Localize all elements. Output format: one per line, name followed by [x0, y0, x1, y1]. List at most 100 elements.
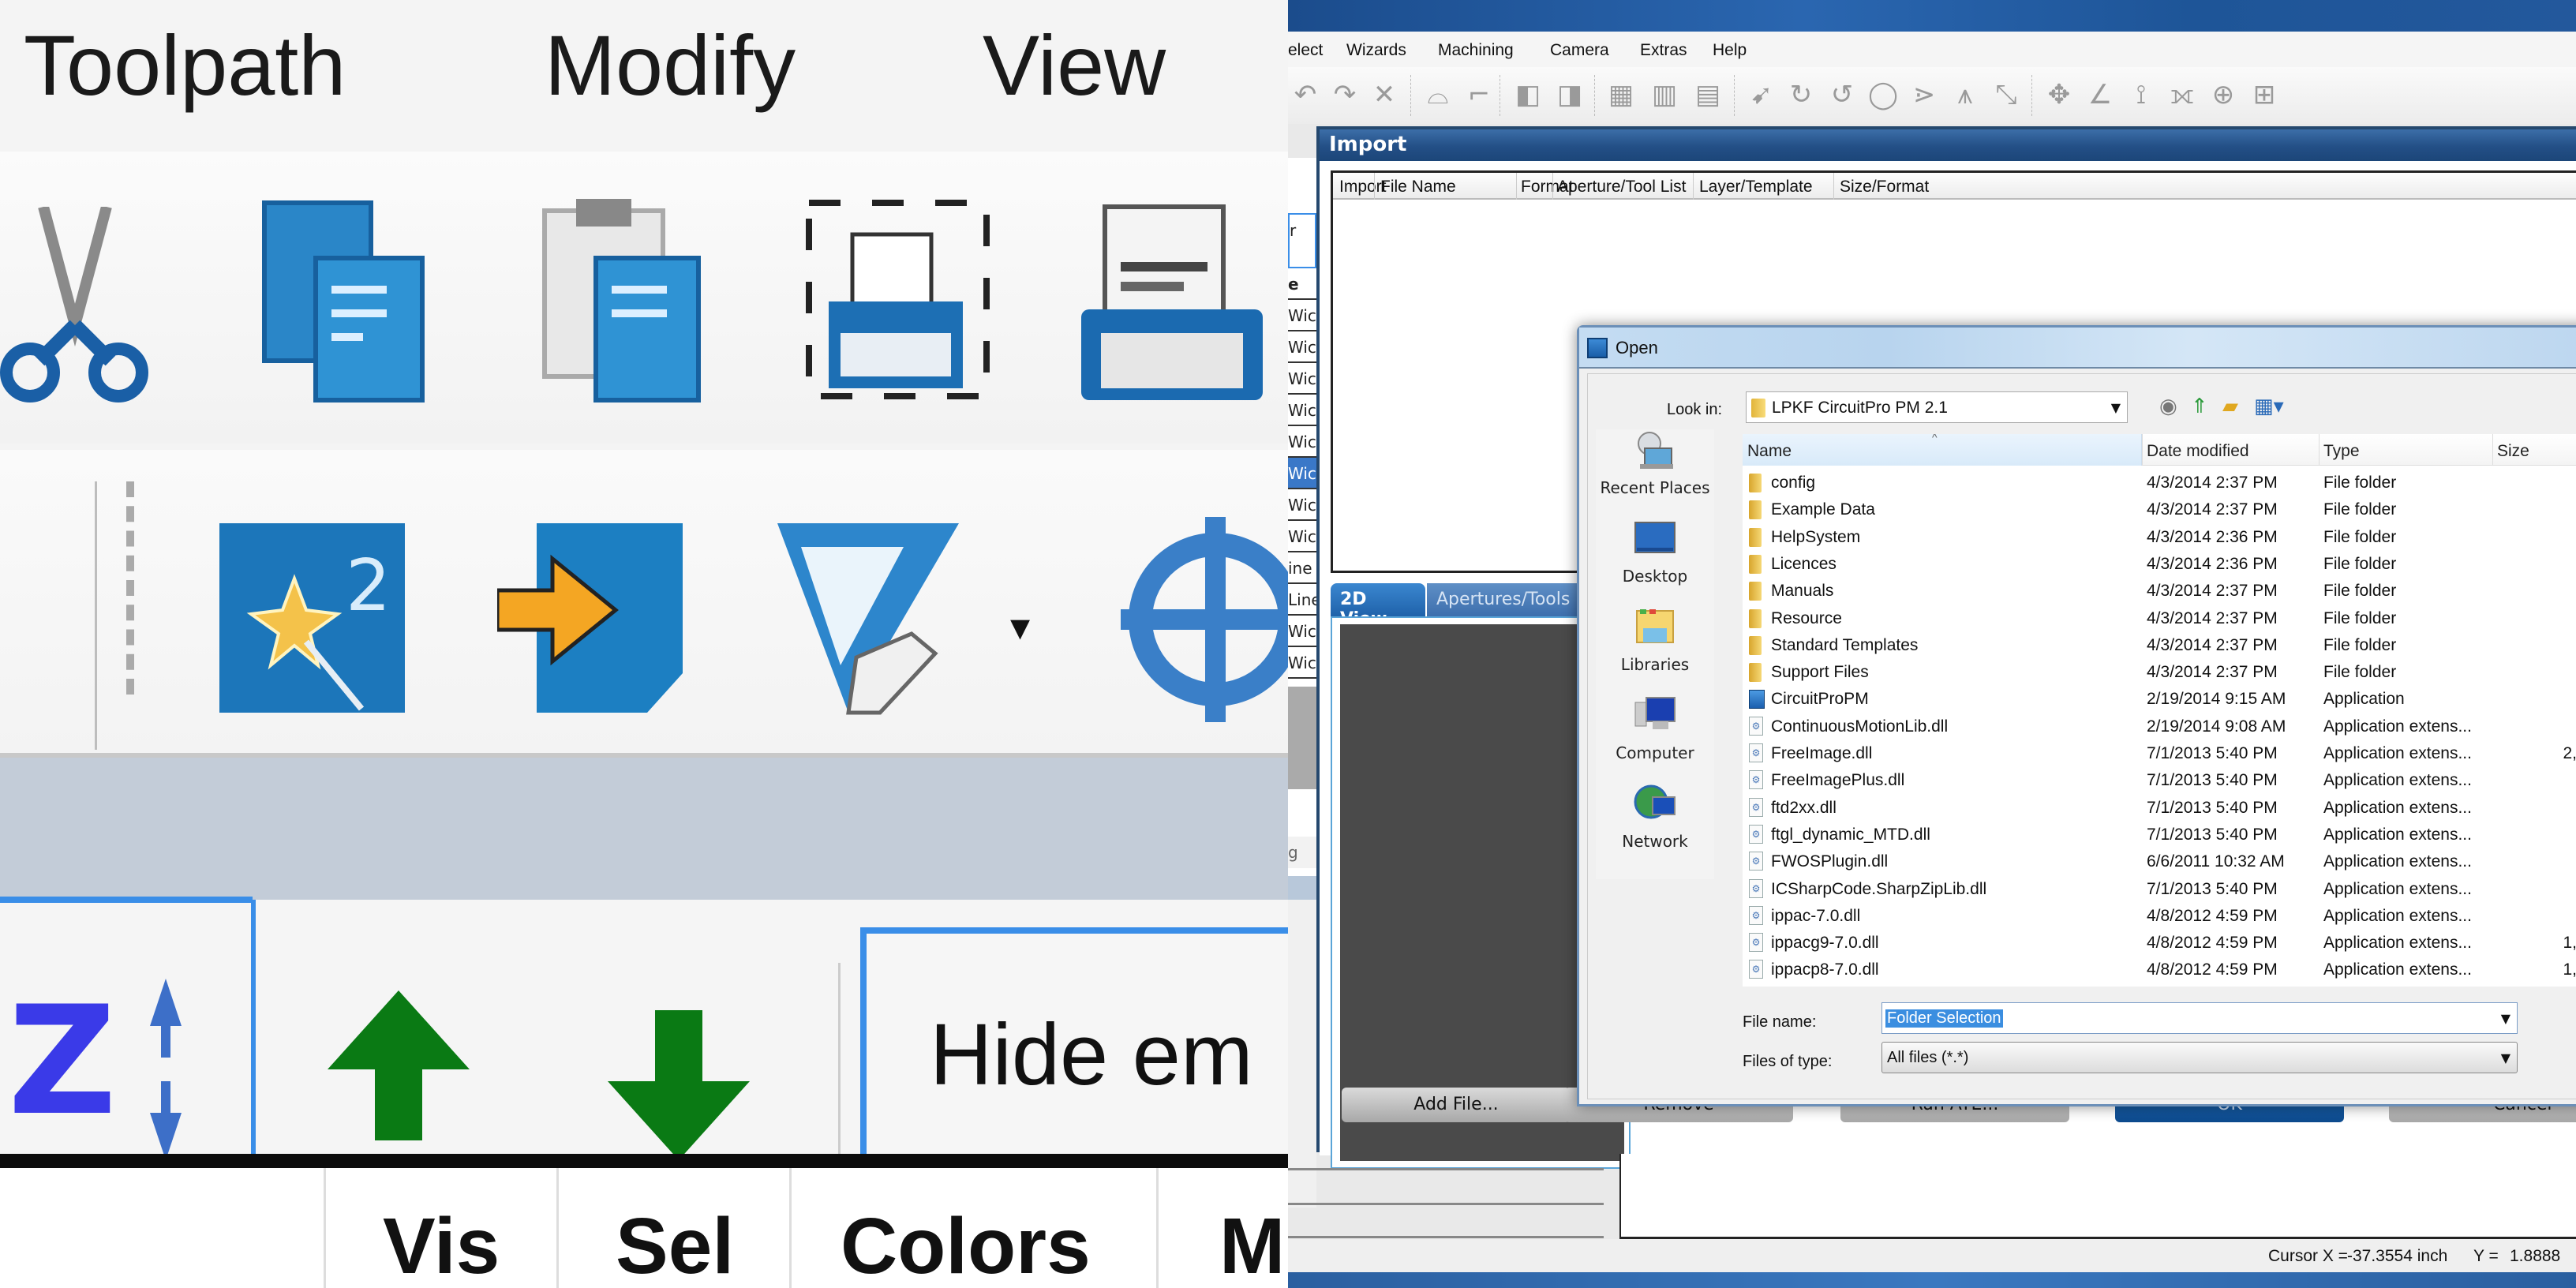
col-file-name[interactable]: File Name: [1380, 178, 1456, 197]
list-item[interactable]: Wic: [1288, 616, 1316, 647]
measure-icon[interactable]: ⟟: [2124, 77, 2159, 112]
file-row[interactable]: ⚙ ICSharpCode.SharpZipLib.dll 7/1/2013 5:4…: [1743, 875, 2576, 904]
scale-icon[interactable]: ⤡: [1989, 77, 2024, 112]
place-computer[interactable]: Computer: [1596, 695, 1714, 783]
rotate-cw-icon[interactable]: ↻: [1784, 77, 1818, 112]
copy-icon[interactable]: [260, 199, 434, 407]
print-icon[interactable]: [1081, 199, 1271, 407]
path-icon[interactable]: ⌐: [1462, 77, 1496, 112]
column-sel[interactable]: Sel: [616, 1201, 734, 1288]
flip-right-icon[interactable]: ◨: [1552, 77, 1587, 112]
measure-dist-icon[interactable]: ⟗: [2165, 77, 2200, 112]
extend-icon[interactable]: ⩚: [1948, 77, 1983, 112]
column-colors[interactable]: Colors: [841, 1201, 1091, 1288]
file-row[interactable]: CircuitProPM 2/19/2014 9:15 AM Application…: [1743, 685, 2576, 713]
col-type[interactable]: Type: [2323, 442, 2360, 461]
file-row[interactable]: ⚙ FreeImage.dll 7/1/2013 5:40 PM Applicatio…: [1743, 739, 2576, 768]
place-libraries[interactable]: Libraries: [1596, 606, 1714, 695]
measure-angle-icon[interactable]: ∠: [2083, 77, 2117, 112]
list-item[interactable]: Wic: [1288, 647, 1316, 679]
menu-view[interactable]: View: [983, 16, 1166, 114]
add-file-button[interactable]: Add File...: [1342, 1088, 1571, 1122]
file-row[interactable]: HelpSystem 4/3/2014 2:36 PM File folder: [1743, 523, 2576, 552]
list-item[interactable]: Wic: [1288, 426, 1316, 458]
print-preview-icon[interactable]: [805, 199, 994, 407]
list-item[interactable]: g: [1288, 837, 1316, 868]
menu-modify[interactable]: Modify: [545, 16, 796, 114]
z-move-icon[interactable]: Z: [8, 974, 213, 1163]
file-row[interactable]: ⚙ ippac-7.0.dll 4/8/2012 4:59 PM Applicatio…: [1743, 902, 2576, 930]
tab-2d-view[interactable]: 2D View: [1331, 583, 1425, 629]
menu-help[interactable]: Help: [1713, 41, 1747, 60]
list-item[interactable]: ine: [1288, 552, 1316, 584]
file-row[interactable]: ⚙ FWOSPlugin.dll 6/6/2011 10:32 AM Applicat…: [1743, 848, 2576, 876]
rotate-icon[interactable]: ◯: [1866, 77, 1900, 112]
move-up-icon[interactable]: [320, 990, 477, 1151]
delete-icon[interactable]: ✕: [1367, 77, 1402, 112]
file-row[interactable]: ⚙ ippacg9-7.0.dll 4/8/2012 4:59 PM Applicat…: [1743, 929, 2576, 957]
file-row[interactable]: ⚙ ContinuousMotionLib.dll 2/19/2014 9:08 A…: [1743, 713, 2576, 741]
toolbar-grip[interactable]: [126, 481, 137, 695]
list-item[interactable]: Wic: [1288, 489, 1316, 521]
paste-icon[interactable]: [541, 199, 714, 407]
col-size[interactable]: Size: [2497, 442, 2529, 461]
col-name[interactable]: Name: [1747, 442, 1792, 461]
redo-icon[interactable]: ↷: [1327, 77, 1362, 112]
list-item[interactable]: Wic: [1288, 395, 1316, 426]
list-item[interactable]: Wic: [1288, 521, 1316, 552]
file-row[interactable]: Support Files 4/3/2014 2:37 PM File folder: [1743, 658, 2576, 687]
col-aperture-tool-list[interactable]: Aperture/Tool List: [1557, 178, 1686, 197]
menu-select[interactable]: elect: [1288, 41, 1323, 60]
up-folder-icon[interactable]: ⇑: [2191, 395, 2208, 418]
place-desktop[interactable]: Desktop: [1596, 518, 1714, 606]
list-item[interactable]: Wic: [1288, 363, 1316, 395]
cut-icon[interactable]: [0, 205, 150, 407]
chevron-down-icon[interactable]: ▼: [2501, 1050, 2510, 1065]
file-row[interactable]: Manuals 4/3/2014 2:37 PM File folder: [1743, 577, 2576, 605]
measure-point-icon[interactable]: ⊞: [2247, 77, 2282, 112]
column-vis[interactable]: Vis: [383, 1201, 500, 1288]
rotate-ccw-icon[interactable]: ↺: [1825, 77, 1859, 112]
place-network[interactable]: Network: [1596, 783, 1714, 871]
chevron-down-icon[interactable]: ▼: [2501, 1011, 2510, 1026]
distribute-icon[interactable]: ▥: [1647, 77, 1682, 112]
place-recent-places[interactable]: Recent Places: [1596, 429, 1714, 518]
move-down-icon[interactable]: [600, 1002, 758, 1163]
move-icon[interactable]: ✥: [2042, 77, 2076, 112]
mirror-icon[interactable]: ⋗: [1907, 77, 1941, 112]
file-row[interactable]: Licences 4/3/2014 2:36 PM File folder: [1743, 550, 2576, 578]
open-dialog-titlebar[interactable]: Open: [1579, 328, 2576, 369]
file-row[interactable]: Example Data 4/3/2014 2:37 PM File folder: [1743, 496, 2576, 524]
transform-icon[interactable]: ➹: [1744, 77, 1779, 112]
col-layer-template[interactable]: Layer/Template: [1699, 178, 1813, 197]
file-type-select[interactable]: All files (*.*) ▼: [1881, 1042, 2518, 1073]
insulate-icon[interactable]: [777, 523, 975, 724]
file-row[interactable]: ⚙ FreeImagePlus.dll 7/1/2013 5:40 PM Applic…: [1743, 766, 2576, 795]
list-item[interactable]: Wic: [1288, 300, 1316, 331]
menu-camera[interactable]: Camera: [1550, 41, 1609, 60]
file-row[interactable]: Resource 4/3/2014 2:37 PM File folder: [1743, 605, 2576, 633]
back-icon[interactable]: ◉: [2159, 395, 2177, 418]
menu-machining[interactable]: Machining: [1438, 41, 1514, 60]
list-item[interactable]: Wic: [1288, 331, 1316, 363]
col-date-modified[interactable]: Date modified: [2147, 442, 2249, 461]
list-item-selected[interactable]: Wic: [1288, 458, 1316, 489]
file-row[interactable]: Standard Templates 4/3/2014 2:37 PM File f…: [1743, 631, 2576, 660]
list-item[interactable]: e: [1288, 268, 1316, 300]
file-row[interactable]: ⚙ ftgl_dynamic_MTD.dll 7/1/2013 5:40 PM App…: [1743, 821, 2576, 849]
file-row[interactable]: ⚙ ippacp8-7.0.dll 4/8/2012 4:59 PM Applicat…: [1743, 956, 2576, 984]
list-item[interactable]: Line: [1288, 584, 1316, 616]
file-row[interactable]: config 4/3/2014 2:37 PM File folder: [1743, 469, 2576, 497]
col-size-format[interactable]: Size/Format: [1840, 178, 1929, 197]
look-in-dropdown[interactable]: LPKF CircuitPro PM 2.1 ▼: [1746, 391, 2128, 423]
new-folder-icon[interactable]: ▰: [2222, 395, 2238, 418]
flip-left-icon[interactable]: ◧: [1511, 77, 1545, 112]
polygon-icon[interactable]: ⌓: [1421, 77, 1455, 112]
import-icon[interactable]: [495, 523, 687, 716]
menu-toolpath[interactable]: Toolpath: [24, 16, 346, 114]
file-name-input[interactable]: Folder Selection ▼: [1881, 1002, 2518, 1034]
menu-extras[interactable]: Extras: [1640, 41, 1687, 60]
col-name-header[interactable]: [1743, 434, 2142, 466]
col-import[interactable]: Import: [1339, 178, 1387, 197]
insulate-dropdown-arrow-icon[interactable]: ▾: [1010, 604, 1030, 650]
